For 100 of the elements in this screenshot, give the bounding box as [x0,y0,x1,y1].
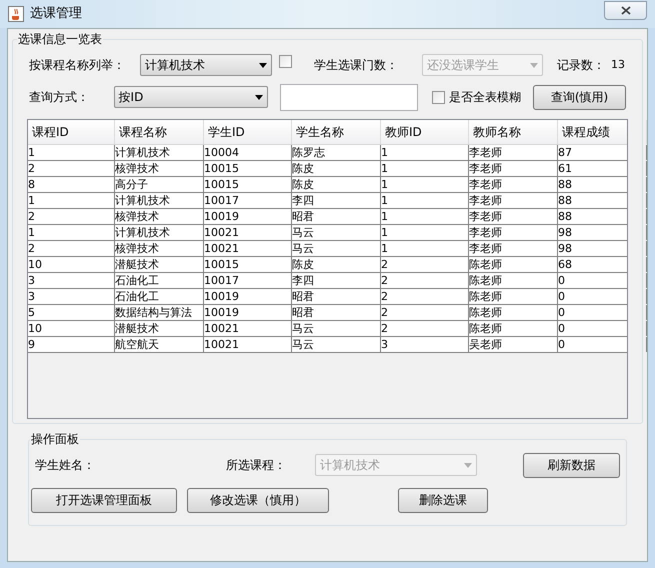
table-cell: 李老师 [469,161,558,176]
query-input-field[interactable] [280,84,418,110]
table-cell: 李老师 [469,145,558,160]
table-cell: 2 [381,257,469,272]
table-cell: 1 [381,209,469,224]
table-cell: 87 [558,145,647,160]
field-label: 所选课程： [226,457,288,474]
table-cell: 1 [28,193,115,208]
table-cell: 石油化工 [115,273,204,288]
dropdown-arrow-icon [255,94,263,100]
delete-button[interactable]: 删除选课 [398,488,488,513]
field-label: 记录数： [557,57,605,74]
table-cell: 10021 [204,241,292,256]
table-cell: 1 [381,241,469,256]
edit-button[interactable]: 修改选课（慎用） [187,488,329,513]
table-cell: 0 [558,273,647,288]
table-cell: 3 [28,289,115,304]
table-cell: 68 [558,257,647,272]
dropdown-arrow-icon [464,462,472,468]
table-cell: 李四 [292,193,381,208]
table-cell: 陈老师 [469,321,558,336]
table-cell: 李老师 [469,177,558,192]
group-title: 操作面板 [30,431,80,447]
table-cell: 0 [558,305,647,320]
table-cell: 1 [28,225,115,240]
open-panel-button[interactable]: 打开选课管理面板 [31,488,177,512]
table-cell: 10015 [204,257,292,272]
table-cell: 10015 [204,177,292,192]
table-cell: 9 [28,337,115,352]
table-cell: 1 [381,177,469,192]
query-button[interactable]: 查询(慎用) [533,84,626,110]
field-label: 学生选课门数： [314,57,399,74]
table-cell: 陈老师 [469,257,558,272]
table-cell: 98 [558,225,647,240]
record-count: 13 [611,56,625,73]
column-header[interactable]: 教师名称 [469,120,558,144]
table-cell: 88 [558,193,647,208]
table-cell: 陈皮 [292,257,381,272]
table-cell: 61 [558,161,647,176]
table-cell: 0 [558,321,647,336]
table-cell: 陈老师 [469,305,558,320]
close-button[interactable] [604,0,647,20]
table-cell: 李老师 [469,209,558,224]
table-cell: 10017 [204,273,292,288]
table-cell: 高分子 [115,177,204,192]
table-cell: 潜艇技术 [115,321,204,336]
table-cell: 2 [28,161,115,176]
table-cell: 2 [381,289,469,304]
refresh-button[interactable]: 刷新数据 [523,452,620,478]
table-cell: 8 [28,177,115,192]
table-cell: 航空航天 [115,337,204,352]
table-cell: 0 [558,337,647,352]
checkbox[interactable] [432,90,445,104]
table-cell: 马云 [292,225,381,240]
column-header[interactable]: 课程ID [28,120,115,144]
table-cell: 10021 [204,321,292,336]
table-cell: 98 [558,241,647,256]
table-cell: 1 [381,193,469,208]
checkbox[interactable] [279,54,292,68]
table-cell: 2 [28,241,115,256]
field-label: 学生姓名： [35,457,96,474]
table-cell: 马云 [292,321,381,336]
table-cell: 10 [28,321,115,336]
column-header[interactable]: 课程成绩 [558,120,647,144]
table-cell: 3 [28,273,115,288]
table-cell: 吴老师 [469,337,558,352]
table-cell: 李四 [292,273,381,288]
column-header[interactable]: 学生ID [204,120,292,144]
field-label: 按课程名称列举： [29,57,126,74]
table-cell: 马云 [292,337,381,352]
column-header[interactable]: 学生名称 [292,120,381,144]
table-cell: 10019 [204,305,292,320]
table-cell: 10015 [204,161,292,176]
column-header[interactable]: 课程名称 [115,120,204,144]
table-cell: 李老师 [469,241,558,256]
query-mode-dropdown[interactable]: 按ID [114,86,268,108]
table-cell: 2 [381,305,469,320]
table-cell: 陈皮 [292,177,381,192]
table-cell: 计算机技术 [115,145,204,160]
dropdown-arrow-icon [259,62,267,68]
dropdown-arrow-icon [530,62,538,68]
column-header[interactable]: 教师ID [381,120,469,144]
table-cell: 计算机技术 [115,225,204,240]
table-cell: 陈罗志 [292,145,381,160]
table-cell: 10021 [204,337,292,352]
table-cell: 3 [381,337,469,352]
table-cell: 2 [28,209,115,224]
table-cell: 昭君 [292,289,381,304]
checkbox-label: 是否全表模糊 [449,89,521,106]
table-cell: 5 [28,305,115,320]
table-cell: 核弹技术 [115,241,204,256]
table-cell: 2 [381,273,469,288]
table-cell: 马云 [292,241,381,256]
course-dropdown[interactable]: 计算机技术 [140,54,272,76]
table-cell: 李老师 [469,193,558,208]
table-cell: 核弹技术 [115,161,204,176]
table-cell: 10019 [204,209,292,224]
table-cell: 0 [558,289,647,304]
table-cell: 昭君 [292,305,381,320]
table-cell: 核弹技术 [115,209,204,224]
